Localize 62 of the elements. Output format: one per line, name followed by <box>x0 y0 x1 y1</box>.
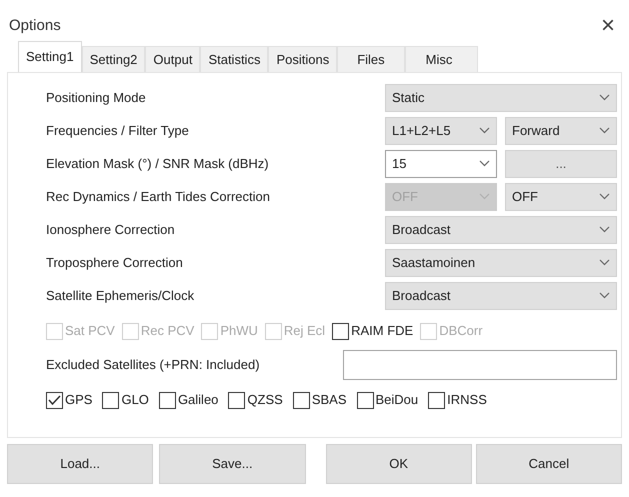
option-label: DBCorr <box>439 322 483 340</box>
system-label: GPS <box>65 391 92 410</box>
system-label: Galileo <box>178 391 218 410</box>
window-title: Options <box>9 16 61 36</box>
checkbox[interactable] <box>158 392 176 408</box>
option-label: PhWU <box>220 322 258 340</box>
checkmark-icon <box>48 394 61 406</box>
checkbox[interactable] <box>46 392 63 408</box>
option-label: Rej Ecl <box>284 322 326 340</box>
tab[interactable]: Misc <box>404 46 478 72</box>
combo-field[interactable]: 15 <box>385 150 497 178</box>
dialog-button[interactable]: Load... <box>7 444 154 484</box>
setting-label: Troposphere Correction <box>46 254 183 272</box>
setting-label: Satellite Ephemeris/Clock <box>46 286 194 305</box>
dialog-button[interactable]: Cancel <box>476 444 622 484</box>
chevron-icon <box>599 226 610 233</box>
dropdown[interactable]: Broadcast <box>385 282 617 310</box>
chevron-icon <box>479 127 490 134</box>
dialog-button[interactable]: Save... <box>159 444 306 484</box>
chevron-icon <box>599 127 610 134</box>
tab[interactable]: Setting1 <box>18 41 82 72</box>
option-label: RAIM FDE <box>351 322 414 340</box>
tab[interactable]: Statistics <box>200 46 268 72</box>
checkbox[interactable] <box>102 392 120 408</box>
checkbox[interactable] <box>292 392 310 408</box>
tab[interactable]: Setting2 <box>82 46 146 72</box>
tab[interactable]: Files <box>337 46 405 72</box>
chevron-icon <box>599 193 610 200</box>
dialog-button[interactable]: OK <box>326 444 472 484</box>
dropdown[interactable]: Static <box>385 84 617 112</box>
dropdown[interactable]: Broadcast <box>385 216 617 244</box>
setting-label: Elevation Mask (°) / SNR Mask (dBHz) <box>46 154 269 173</box>
chevron-icon <box>599 94 610 101</box>
dropdown[interactable]: OFF <box>505 182 617 210</box>
system-label: GLO <box>121 391 149 410</box>
checkbox[interactable] <box>428 392 446 408</box>
tab[interactable]: Positions <box>268 46 338 72</box>
system-label: IRNSS <box>447 391 487 410</box>
excluded-satellites-label: Excluded Satellites (+PRN: Included) <box>46 356 260 374</box>
system-label: BeiDou <box>376 391 418 410</box>
excluded-satellites-field[interactable] <box>343 350 617 380</box>
dropdown[interactable]: Saastamoinen <box>385 248 617 276</box>
setting-label: Positioning Mode <box>46 88 146 107</box>
option-label: Sat PCV <box>65 322 115 340</box>
checkbox[interactable] <box>356 392 374 408</box>
dropdown[interactable]: L1+L2+L5 <box>385 116 497 144</box>
setting-label: Frequencies / Filter Type <box>46 122 189 140</box>
system-label: QZSS <box>247 391 283 410</box>
option-label: Rec PCV <box>140 322 194 340</box>
chevron-icon <box>599 292 610 299</box>
dropdown[interactable]: Forward <box>505 116 617 144</box>
chevron-icon <box>599 259 610 266</box>
close-button[interactable]: × <box>600 14 615 38</box>
chevron-icon <box>479 193 490 200</box>
setting-label: Rec Dynamics / Earth Tides Correction <box>46 188 270 206</box>
tab[interactable]: Output <box>145 46 200 72</box>
checkbox[interactable] <box>332 322 350 340</box>
setting-label: Ionosphere Correction <box>46 220 175 239</box>
checkbox[interactable] <box>228 392 246 408</box>
browse-button[interactable]: ... <box>505 150 617 178</box>
chevron-icon <box>479 160 490 167</box>
system-label: SBAS <box>312 391 346 410</box>
